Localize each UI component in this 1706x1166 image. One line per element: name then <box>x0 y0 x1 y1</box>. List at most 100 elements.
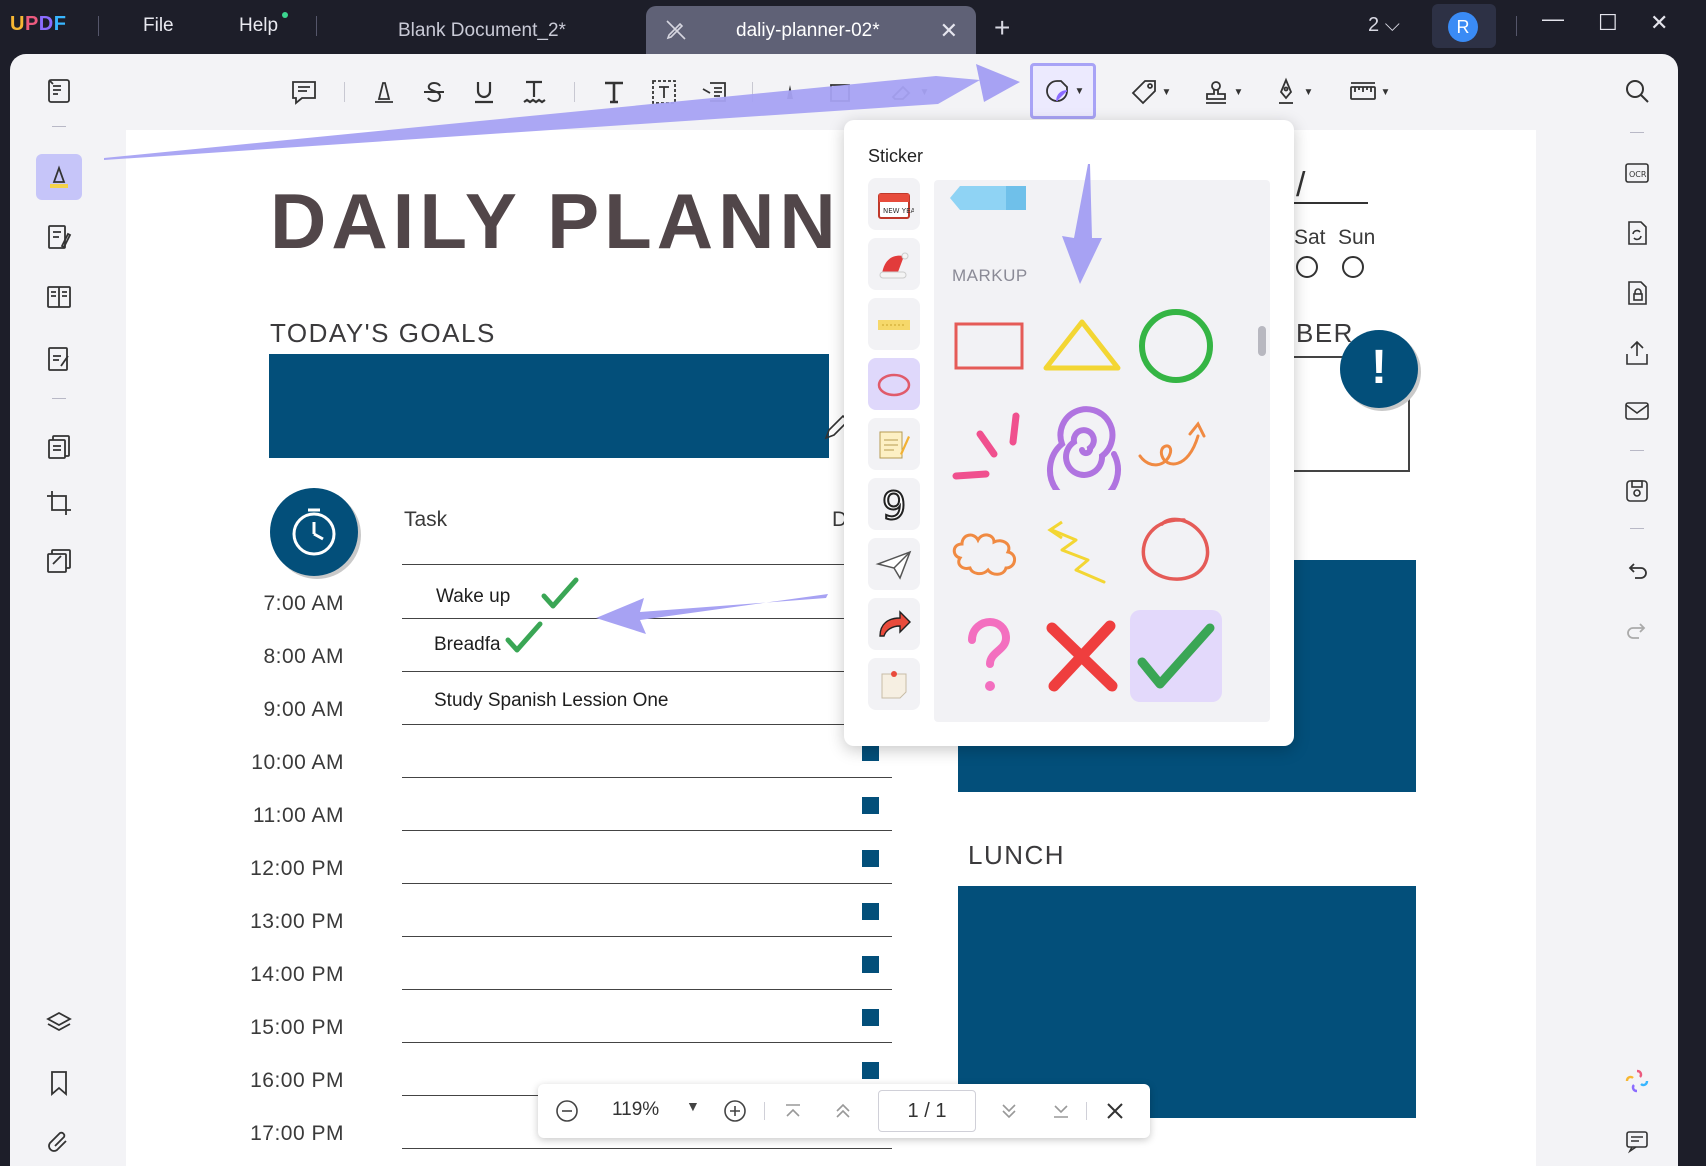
save-icon[interactable] <box>1614 468 1660 514</box>
sticker-category-memo[interactable] <box>868 658 920 710</box>
question-mark-sticker[interactable] <box>942 610 1034 702</box>
done-checkbox[interactable] <box>862 956 879 973</box>
comment-mode-icon[interactable] <box>36 154 82 200</box>
underline-icon[interactable] <box>462 72 506 112</box>
tab-label: Blank Document_2* <box>398 20 566 41</box>
checkmark-sticker[interactable] <box>540 576 580 612</box>
note-comment-icon[interactable] <box>282 72 326 112</box>
page-tools-icon[interactable] <box>36 538 82 584</box>
email-icon[interactable] <box>1614 388 1660 434</box>
zigzag-arrow-sticker[interactable] <box>1036 506 1128 598</box>
maximize-icon[interactable]: ☐ <box>1598 10 1618 36</box>
measure-icon[interactable]: ▼ <box>1338 72 1400 112</box>
done-checkbox[interactable] <box>862 1062 879 1079</box>
eraser-icon[interactable]: ▼ <box>878 72 938 112</box>
attachment-icon[interactable] <box>36 1120 82 1166</box>
help-menu[interactable]: Help <box>239 12 289 37</box>
sticker-category-markup[interactable] <box>868 358 920 410</box>
sticker-panel-scrollbar[interactable] <box>1258 326 1266 356</box>
file-menu[interactable]: File <box>143 15 174 37</box>
cross-sticker[interactable] <box>1036 610 1128 702</box>
tab-blank-document[interactable]: Blank Document_2* <box>330 6 630 54</box>
bookmark-icon[interactable] <box>36 1060 82 1106</box>
sticker-category-paper-plane[interactable] <box>868 538 920 590</box>
sticker-category-arrow[interactable] <box>868 598 920 650</box>
undo-icon[interactable] <box>1614 548 1660 594</box>
text-box-icon[interactable] <box>642 72 686 112</box>
curly-arrow-sticker[interactable] <box>1130 402 1222 494</box>
done-checkbox[interactable] <box>862 850 879 867</box>
next-page-icon[interactable] <box>994 1096 1024 1126</box>
convert-icon[interactable] <box>1614 210 1660 256</box>
shape-icon[interactable] <box>818 72 862 112</box>
tab-daily-planner[interactable]: daliy-planner-02* ✕ <box>646 6 976 54</box>
red-circle-sticker[interactable] <box>1130 506 1222 598</box>
crop-pages-icon[interactable] <box>36 480 82 526</box>
sticker-category-notepad[interactable] <box>868 418 920 470</box>
convert-pdf-icon[interactable] <box>36 424 82 470</box>
protect-icon[interactable] <box>1614 270 1660 316</box>
spiral-sticker[interactable] <box>1036 402 1128 494</box>
goals-box <box>269 354 829 458</box>
close-zoom-bar-icon[interactable] <box>1100 1096 1130 1126</box>
sticker-tool-button[interactable]: ▼ <box>1030 63 1096 119</box>
user-avatar[interactable]: R <box>1432 4 1496 48</box>
checkmark-sticker-option[interactable] <box>1130 610 1222 702</box>
updf-logo[interactable]: UPDF <box>10 13 66 36</box>
emphasis-lines-sticker[interactable] <box>942 402 1034 494</box>
green-circle-sticker[interactable] <box>1130 300 1222 392</box>
strikethrough-icon[interactable] <box>412 72 456 112</box>
layers-icon[interactable] <box>36 1000 82 1046</box>
minimize-icon[interactable]: — <box>1542 6 1564 32</box>
squiggly-underline-icon[interactable] <box>512 72 556 112</box>
sticker-category-santa-hat[interactable] <box>868 238 920 290</box>
cloud-sticker[interactable] <box>942 506 1034 598</box>
first-page-icon[interactable] <box>778 1096 808 1126</box>
organize-pages-icon[interactable] <box>36 274 82 320</box>
ai-assistant-icon[interactable] <box>1614 1058 1660 1104</box>
task-item[interactable]: Wake up <box>436 586 510 608</box>
page-indicator[interactable]: 1 / 1 <box>878 1090 976 1132</box>
zoom-out-icon[interactable] <box>552 1096 582 1126</box>
task-item[interactable]: Study Spanish Lession One <box>434 690 669 712</box>
close-window-icon[interactable]: ✕ <box>1650 10 1668 36</box>
previous-page-icon[interactable] <box>828 1096 858 1126</box>
edit-pdf-icon[interactable] <box>36 214 82 260</box>
sticker-category-tape[interactable] <box>868 298 920 350</box>
redo-icon[interactable] <box>1614 608 1660 654</box>
day-radio-sun[interactable] <box>1342 256 1364 278</box>
sticker-category-number[interactable]: 9 <box>868 478 920 530</box>
done-checkbox[interactable] <box>862 744 879 761</box>
stamp-icon[interactable]: ▼ <box>1192 72 1252 112</box>
reader-mode-icon[interactable] <box>36 68 82 114</box>
last-page-icon[interactable] <box>1046 1096 1076 1126</box>
blue-tape-sticker[interactable] <box>950 186 1026 210</box>
zoom-dropdown-caret-icon[interactable]: ▼ <box>686 1098 700 1114</box>
zoom-in-icon[interactable] <box>720 1096 750 1126</box>
comments-panel-icon[interactable] <box>1614 1118 1660 1164</box>
text-callout-icon[interactable] <box>692 72 736 112</box>
task-item[interactable]: Breadfa <box>434 634 501 656</box>
highlight-icon[interactable] <box>362 72 406 112</box>
checkmark-sticker[interactable] <box>504 620 544 656</box>
done-checkbox[interactable] <box>862 903 879 920</box>
pencil-draw-icon[interactable] <box>768 72 812 112</box>
search-icon[interactable] <box>1614 68 1660 114</box>
text-comment-icon[interactable] <box>592 72 636 112</box>
new-tab-plus-icon[interactable]: + <box>994 12 1010 44</box>
fill-sign-icon[interactable] <box>36 336 82 382</box>
document-count-dropdown[interactable]: 2 ⌵ <box>1368 14 1400 37</box>
zoom-level[interactable]: 119% <box>612 1099 659 1121</box>
close-tab-icon[interactable]: ✕ <box>940 18 958 44</box>
ocr-icon[interactable]: OCR <box>1614 150 1660 196</box>
rectangle-sticker[interactable] <box>942 300 1034 392</box>
share-icon[interactable] <box>1614 330 1660 376</box>
done-checkbox[interactable] <box>862 1009 879 1026</box>
sticker-category-new-year[interactable]: NEW YEAR <box>868 178 920 230</box>
done-checkbox[interactable] <box>862 797 879 814</box>
notification-dot <box>282 12 289 18</box>
tag-icon[interactable]: ▼ <box>1120 72 1180 112</box>
day-radio-sat[interactable] <box>1296 256 1318 278</box>
signature-icon[interactable]: ▼ <box>1262 72 1322 112</box>
triangle-sticker[interactable] <box>1036 300 1128 392</box>
